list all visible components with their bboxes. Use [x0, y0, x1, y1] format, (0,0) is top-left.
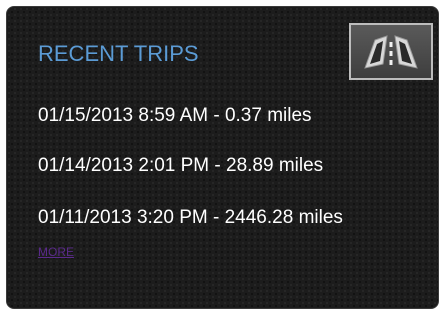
- more-link[interactable]: MORE: [38, 245, 74, 259]
- trip-item[interactable]: 01/11/2013 3:20 PM - 2446.28 miles: [38, 207, 343, 229]
- recent-trips-panel: RECENT TRIPS 01/15/2013 8:59 AM - 0.37 m…: [6, 6, 439, 309]
- recent-trips-title: RECENT TRIPS: [38, 41, 199, 66]
- road-split-map-icon: [364, 35, 418, 69]
- trip-item[interactable]: 01/14/2013 2:01 PM - 28.89 miles: [38, 155, 323, 177]
- map-view-button[interactable]: [349, 23, 433, 80]
- trip-item[interactable]: 01/15/2013 8:59 AM - 0.37 miles: [38, 105, 312, 127]
